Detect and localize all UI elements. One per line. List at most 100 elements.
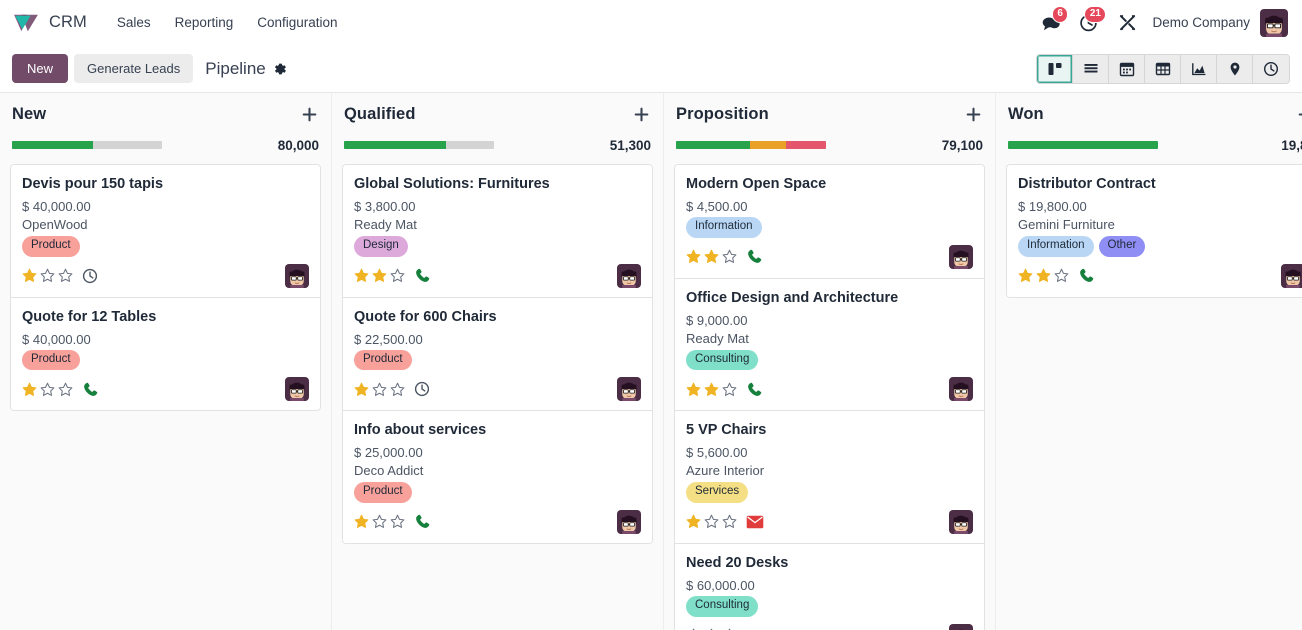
view-map-button[interactable] — [1217, 54, 1253, 83]
kanban-column-add-button[interactable] — [631, 104, 651, 124]
card-assignee-avatar[interactable] — [949, 509, 973, 534]
kanban-card-tag[interactable]: Product — [354, 482, 412, 503]
kanban-card-tag[interactable]: Services — [686, 482, 749, 503]
kanban-column-title[interactable]: Won — [1008, 105, 1044, 124]
messages-button[interactable]: 6 — [1032, 5, 1070, 38]
star-empty-icon[interactable] — [390, 514, 405, 529]
progress-segment[interactable] — [344, 141, 446, 149]
kanban-column-add-button[interactable] — [1295, 104, 1302, 124]
kanban-card[interactable]: Modern Open Space $ 4,500.00 Information — [675, 165, 984, 279]
progress-segment[interactable] — [676, 141, 750, 149]
menu-sales[interactable]: Sales — [105, 9, 163, 36]
star-empty-icon[interactable] — [40, 382, 55, 397]
kanban-card-tag[interactable]: Product — [22, 236, 80, 257]
kanban-column-title[interactable]: Qualified — [344, 105, 416, 124]
card-assignee-avatar[interactable] — [617, 509, 641, 534]
kanban-column-add-button[interactable] — [963, 104, 983, 124]
kanban-card[interactable]: Need 20 Desks $ 60,000.00 Consulting — [675, 543, 984, 630]
card-assignee-avatar[interactable] — [285, 377, 309, 402]
star-filled-icon[interactable] — [686, 382, 701, 397]
star-empty-icon[interactable] — [390, 382, 405, 397]
app-brand[interactable]: CRM — [12, 12, 87, 34]
progress-segment[interactable] — [1008, 141, 1158, 149]
star-filled-icon[interactable] — [704, 382, 719, 397]
activity-phone-icon[interactable] — [746, 248, 763, 265]
star-empty-icon[interactable] — [58, 382, 73, 397]
view-activity-button[interactable] — [1253, 54, 1289, 83]
card-assignee-avatar[interactable] — [617, 263, 641, 288]
kanban-column-progress-bar[interactable] — [344, 141, 494, 149]
star-filled-icon[interactable] — [1036, 268, 1051, 283]
star-filled-icon[interactable] — [22, 382, 37, 397]
activity-phone-icon[interactable] — [82, 381, 99, 398]
kanban-card-tag[interactable]: Consulting — [686, 349, 759, 371]
star-empty-icon[interactable] — [390, 268, 405, 283]
view-calendar-button[interactable] — [1109, 54, 1145, 83]
kanban-card-tag[interactable]: Information — [686, 217, 762, 238]
activity-phone-icon[interactable] — [746, 381, 763, 398]
star-filled-icon[interactable] — [372, 268, 387, 283]
card-assignee-avatar[interactable] — [949, 377, 973, 402]
user-avatar[interactable] — [1260, 8, 1288, 37]
kanban-card[interactable]: Quote for 600 Chairs $ 22,500.00 Product — [343, 297, 652, 412]
view-pivot-button[interactable] — [1145, 54, 1181, 83]
activities-button[interactable]: 21 — [1070, 5, 1108, 38]
view-list-button[interactable] — [1073, 54, 1109, 83]
star-filled-icon[interactable] — [354, 514, 369, 529]
star-filled-icon[interactable] — [1018, 268, 1033, 283]
kanban-column-add-button[interactable] — [299, 104, 319, 124]
kanban-card[interactable]: Info about services $ 25,000.00 Deco Addic… — [343, 411, 652, 543]
kanban-card-tag[interactable]: Product — [22, 349, 80, 371]
kanban-card[interactable]: Distributor Contract $ 19,800.00 Gemini Fu… — [1007, 165, 1302, 297]
card-assignee-avatar[interactable] — [1281, 263, 1302, 288]
star-empty-icon[interactable] — [722, 514, 737, 529]
star-filled-icon[interactable] — [686, 249, 701, 264]
star-filled-icon[interactable] — [22, 268, 37, 283]
activity-phone-icon[interactable] — [414, 513, 431, 530]
star-filled-icon[interactable] — [354, 268, 369, 283]
star-filled-icon[interactable] — [686, 514, 701, 529]
view-settings-gear-button[interactable] — [273, 62, 287, 76]
star-empty-icon[interactable] — [58, 268, 73, 283]
kanban-card-tag[interactable]: Product — [354, 349, 412, 371]
card-assignee-avatar[interactable] — [949, 623, 973, 630]
activity-clock-icon[interactable] — [82, 268, 98, 284]
progress-segment[interactable] — [785, 141, 826, 149]
card-assignee-avatar[interactable] — [617, 377, 641, 402]
activity-phone-icon[interactable] — [414, 267, 431, 284]
activity-clock-icon[interactable] — [414, 381, 430, 397]
star-empty-icon[interactable] — [1054, 268, 1069, 283]
kanban-column-title[interactable]: Proposition — [676, 105, 769, 124]
generate-leads-button[interactable]: Generate Leads — [74, 53, 194, 84]
star-empty-icon[interactable] — [704, 514, 719, 529]
kanban-column-title[interactable]: New — [12, 105, 46, 124]
menu-reporting[interactable]: Reporting — [163, 9, 246, 36]
progress-segment[interactable] — [749, 141, 786, 149]
card-assignee-avatar[interactable] — [949, 244, 973, 269]
star-filled-icon[interactable] — [704, 249, 719, 264]
card-assignee-avatar[interactable] — [285, 263, 309, 288]
kanban-card-tag[interactable]: Information — [1018, 236, 1094, 257]
star-filled-icon[interactable] — [354, 382, 369, 397]
kanban-card[interactable]: Office Design and Architecture $ 9,000.00… — [675, 278, 984, 412]
star-empty-icon[interactable] — [372, 514, 387, 529]
activity-phone-icon[interactable] — [1078, 267, 1095, 284]
kanban-card-tag[interactable]: Other — [1098, 236, 1146, 257]
settings-tools-button[interactable] — [1108, 8, 1146, 38]
company-switcher[interactable]: Demo Company — [1146, 15, 1260, 30]
star-empty-icon[interactable] — [372, 382, 387, 397]
kanban-card-tag[interactable]: Consulting — [686, 596, 759, 617]
view-kanban-button[interactable] — [1037, 54, 1073, 83]
kanban-card[interactable]: Global Solutions: Furnitures $ 3,800.00 Re… — [343, 165, 652, 298]
menu-configuration[interactable]: Configuration — [245, 9, 349, 36]
progress-segment[interactable] — [12, 141, 93, 149]
view-graph-button[interactable] — [1181, 54, 1217, 83]
kanban-column-progress-bar[interactable] — [12, 141, 162, 149]
new-button[interactable]: New — [12, 53, 69, 84]
activity-mail-icon[interactable] — [746, 513, 764, 531]
star-empty-icon[interactable] — [722, 249, 737, 264]
kanban-column-progress-bar[interactable] — [1008, 141, 1158, 149]
kanban-card[interactable]: Quote for 12 Tables $ 40,000.00 Product — [11, 297, 320, 411]
kanban-column-progress-bar[interactable] — [676, 141, 826, 149]
star-empty-icon[interactable] — [40, 268, 55, 283]
